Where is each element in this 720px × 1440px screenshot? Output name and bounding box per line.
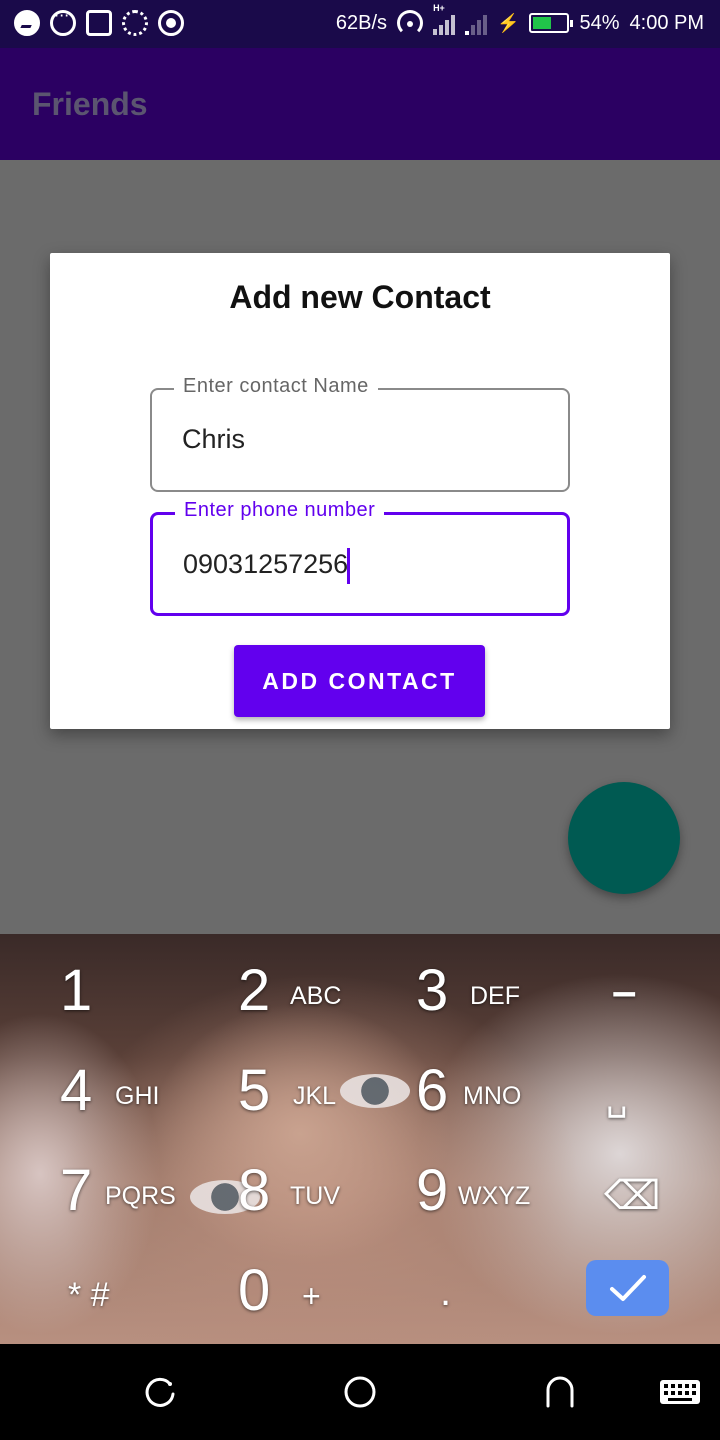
contact-name-label: Enter contact Name [174, 375, 378, 398]
phone-number-label: Enter phone number [175, 499, 385, 522]
notification-icons [14, 6, 184, 36]
signal-icon-secondary [465, 11, 488, 35]
done-key[interactable] [586, 1260, 669, 1316]
key-9[interactable]: 9 WXYZ [416, 1134, 576, 1234]
key-letters: JKL [293, 1082, 337, 1110]
cast-icon [86, 10, 112, 36]
hotspot-icon [397, 10, 424, 36]
key-letters: GHI [115, 1082, 160, 1110]
key-3[interactable]: 3 DEF [416, 934, 576, 1034]
dash-icon: – [612, 967, 637, 1016]
key-letters: PQRS [105, 1182, 176, 1210]
add-contact-button[interactable]: ADD CONTACT [234, 645, 485, 717]
key-letters: TUV [290, 1182, 340, 1210]
key-row-3: 7 PQRS 8 TUV 9 WXYZ ⌫ [0, 1134, 720, 1234]
navigation-bar [0, 1344, 720, 1440]
system-indicators: 62B/s H+ ⚡ 54% 4:00 PM [335, 3, 704, 36]
key-space[interactable]: ␣ [600, 1034, 690, 1134]
clock: 4:00 PM [629, 11, 704, 34]
charging-icon: ⚡ [497, 12, 520, 33]
dot-label: . [440, 1270, 452, 1314]
key-4[interactable]: 4 GHI [60, 1034, 210, 1134]
key-7[interactable]: 7 PQRS [60, 1134, 210, 1234]
key-letters: ABC [290, 982, 342, 1010]
key-digit: 5 [238, 1058, 271, 1123]
phone-number-input[interactable]: 09031257256 [183, 549, 543, 580]
key-letters: + [302, 1278, 321, 1314]
key-digit: 6 [416, 1058, 449, 1123]
key-row-1: 1 2 ABC 3 DEF – [0, 934, 720, 1034]
contact-name-input[interactable]: Chris [182, 424, 542, 455]
key-dash[interactable]: – [600, 934, 690, 1034]
battery-percent: 54% [579, 11, 620, 34]
dialog-title: Add new Contact [229, 279, 491, 315]
contact-name-field[interactable]: Enter contact Name Chris [150, 375, 570, 492]
key-dot[interactable]: . [416, 1234, 536, 1334]
key-digit: 0 [238, 1258, 271, 1323]
key-digit: 7 [60, 1158, 93, 1223]
key-0[interactable]: 0 + [238, 1234, 398, 1334]
key-1[interactable]: 1 [60, 934, 210, 1034]
app-title: Friends [32, 86, 148, 122]
floating-action-button[interactable] [568, 782, 680, 894]
network-type: H+ [433, 3, 445, 13]
battery-fill [533, 17, 551, 29]
signal-group: H+ [433, 3, 456, 35]
key-8[interactable]: 8 TUV [238, 1134, 398, 1234]
check-icon [610, 1275, 646, 1301]
key-5[interactable]: 5 JKL [238, 1034, 398, 1134]
net-speed: 62B/s [335, 11, 388, 34]
key-star-hash[interactable]: * # [60, 1234, 210, 1334]
key-digit: 9 [416, 1158, 449, 1223]
numeric-keyboard: 1 2 ABC 3 DEF – 4 GHI 5 JKL 6 MNO ␣ 7 PQ… [0, 934, 720, 1344]
key-digit: 8 [238, 1158, 271, 1223]
key-letters: DEF [470, 982, 520, 1010]
phone-number-field[interactable]: Enter phone number 09031257256 [150, 499, 570, 616]
key-letters: WXYZ [458, 1182, 531, 1210]
backspace-icon: ⌫ [604, 1174, 661, 1218]
key-row-2: 4 GHI 5 JKL 6 MNO ␣ [0, 1034, 720, 1134]
add-contact-dialog: Add new Contact Enter contact Name Chris… [50, 253, 670, 729]
battery-icon [529, 13, 574, 33]
key-backspace[interactable]: ⌫ [600, 1134, 690, 1234]
home-icon[interactable] [340, 1372, 380, 1412]
key-letters: MNO [463, 1082, 522, 1110]
recent-apps-icon[interactable] [140, 1372, 180, 1412]
star-hash-label: * # [68, 1276, 110, 1314]
wheel-icon [122, 10, 148, 36]
text-cursor [347, 548, 350, 584]
messenger-icon [14, 10, 40, 36]
key-digit: 4 [60, 1058, 93, 1123]
back-icon[interactable] [540, 1372, 580, 1412]
target-icon [158, 10, 184, 36]
app-bar: Friends [0, 48, 720, 160]
key-digit: 1 [60, 958, 93, 1023]
signal-icon [433, 11, 456, 35]
chat-icon [50, 6, 76, 36]
keyboard-switch-icon[interactable] [658, 1372, 702, 1412]
space-icon: ␣ [606, 1080, 628, 1118]
key-digit: 3 [416, 958, 449, 1023]
key-2[interactable]: 2 ABC [238, 934, 398, 1034]
status-bar: 62B/s H+ ⚡ 54% 4:00 PM [0, 0, 720, 48]
key-digit: 2 [238, 958, 271, 1023]
key-6[interactable]: 6 MNO [416, 1034, 576, 1134]
